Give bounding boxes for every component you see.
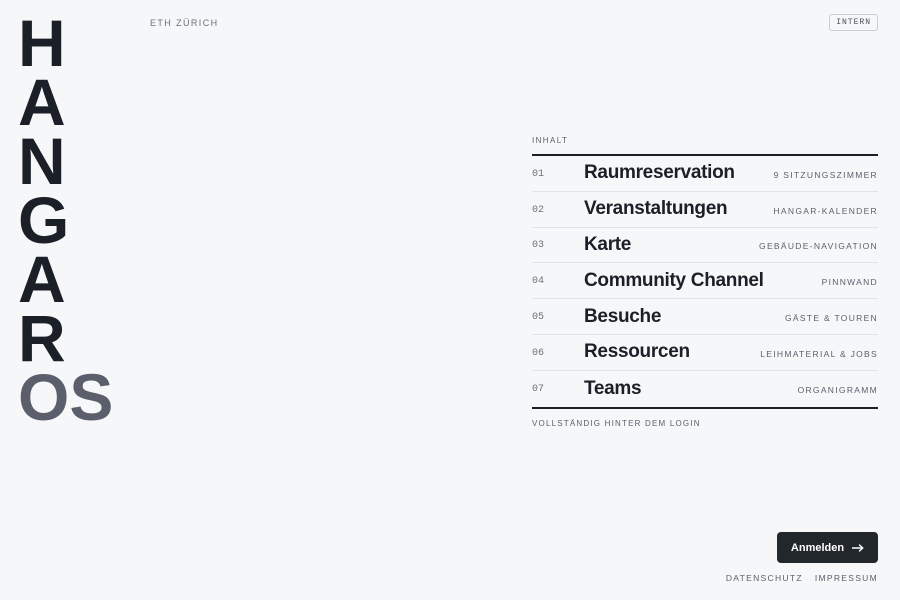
menu-item-title: Raumreservation <box>584 162 735 184</box>
imprint-link[interactable]: IMPRESSUM <box>815 573 878 583</box>
menu-heading: INHALT <box>532 136 569 145</box>
menu-item-title: Karte <box>584 233 632 255</box>
menu-footnote: VOLLSTÄNDIG HINTER DEM LOGIN <box>532 418 701 428</box>
footer-links: DATENSCHUTZ IMPRESSUM <box>726 573 878 583</box>
menu-item-subtitle: LEIHMATERIAL & JOBS <box>760 348 878 359</box>
menu-item-number: 04 <box>532 276 545 288</box>
menu-item-veranstaltungen[interactable]: 02 Veranstaltungen HANGAR-KALENDER <box>532 192 878 228</box>
menu-item-title: Teams <box>584 377 642 399</box>
menu-item-subtitle: HANGAR-KALENDER <box>773 205 878 216</box>
menu-item-title: Besuche <box>584 305 662 327</box>
menu-item-subtitle: GEBÄUDE-NAVIGATION <box>759 241 878 252</box>
menu-item-number: 06 <box>532 347 545 359</box>
menu-item-ressourcen[interactable]: 06 Ressourcen LEIHMATERIAL & JOBS <box>532 335 878 371</box>
menu-item-title: Ressourcen <box>584 341 690 363</box>
privacy-link[interactable]: DATENSCHUTZ <box>726 573 803 583</box>
menu-item-number: 03 <box>532 240 545 252</box>
menu-item-subtitle: PINNWAND <box>821 277 878 288</box>
menu-item-karte[interactable]: 03 Karte GEBÄUDE-NAVIGATION <box>532 228 878 264</box>
menu-item-title: Community Channel <box>584 269 764 291</box>
brand-logo: H A N G A R OS <box>18 10 128 434</box>
menu-item-number: 02 <box>532 204 545 216</box>
menu-item-community-channel[interactable]: 04 Community Channel PINNWAND <box>532 263 878 300</box>
menu-item-subtitle: GÄSTE & TOUREN <box>785 313 878 324</box>
menu-item-besuche[interactable]: 05 Besuche GÄSTE & TOUREN <box>532 299 878 335</box>
menu-item-subtitle: ORGANIGRAMM <box>797 385 878 396</box>
menu-item-teams[interactable]: 07 Teams ORGANIGRAMM <box>532 371 878 407</box>
menu-item-number: 05 <box>532 312 545 324</box>
login-button[interactable]: Anmelden <box>777 532 878 563</box>
menu-item-subtitle: 9 SITZUNGSZIMMER <box>773 169 878 180</box>
logo-suffix-os: OS <box>18 360 114 434</box>
intern-badge: INTERN <box>829 14 878 31</box>
menu-item-number: 01 <box>532 168 545 180</box>
menu-item-raumreservation[interactable]: 01 Raumreservation 9 SITZUNGSZIMMER <box>532 156 878 192</box>
menu-list: 01 Raumreservation 9 SITZUNGSZIMMER 02 V… <box>532 154 878 409</box>
login-button-label: Anmelden <box>790 541 845 554</box>
content-menu: INHALT 01 Raumreservation 9 SITZUNGSZIMM… <box>532 137 878 428</box>
arrow-right-icon <box>852 543 864 552</box>
org-label: ETH ZÜRICH <box>150 18 219 28</box>
menu-item-title: Veranstaltungen <box>584 198 728 220</box>
menu-item-number: 07 <box>532 384 545 396</box>
